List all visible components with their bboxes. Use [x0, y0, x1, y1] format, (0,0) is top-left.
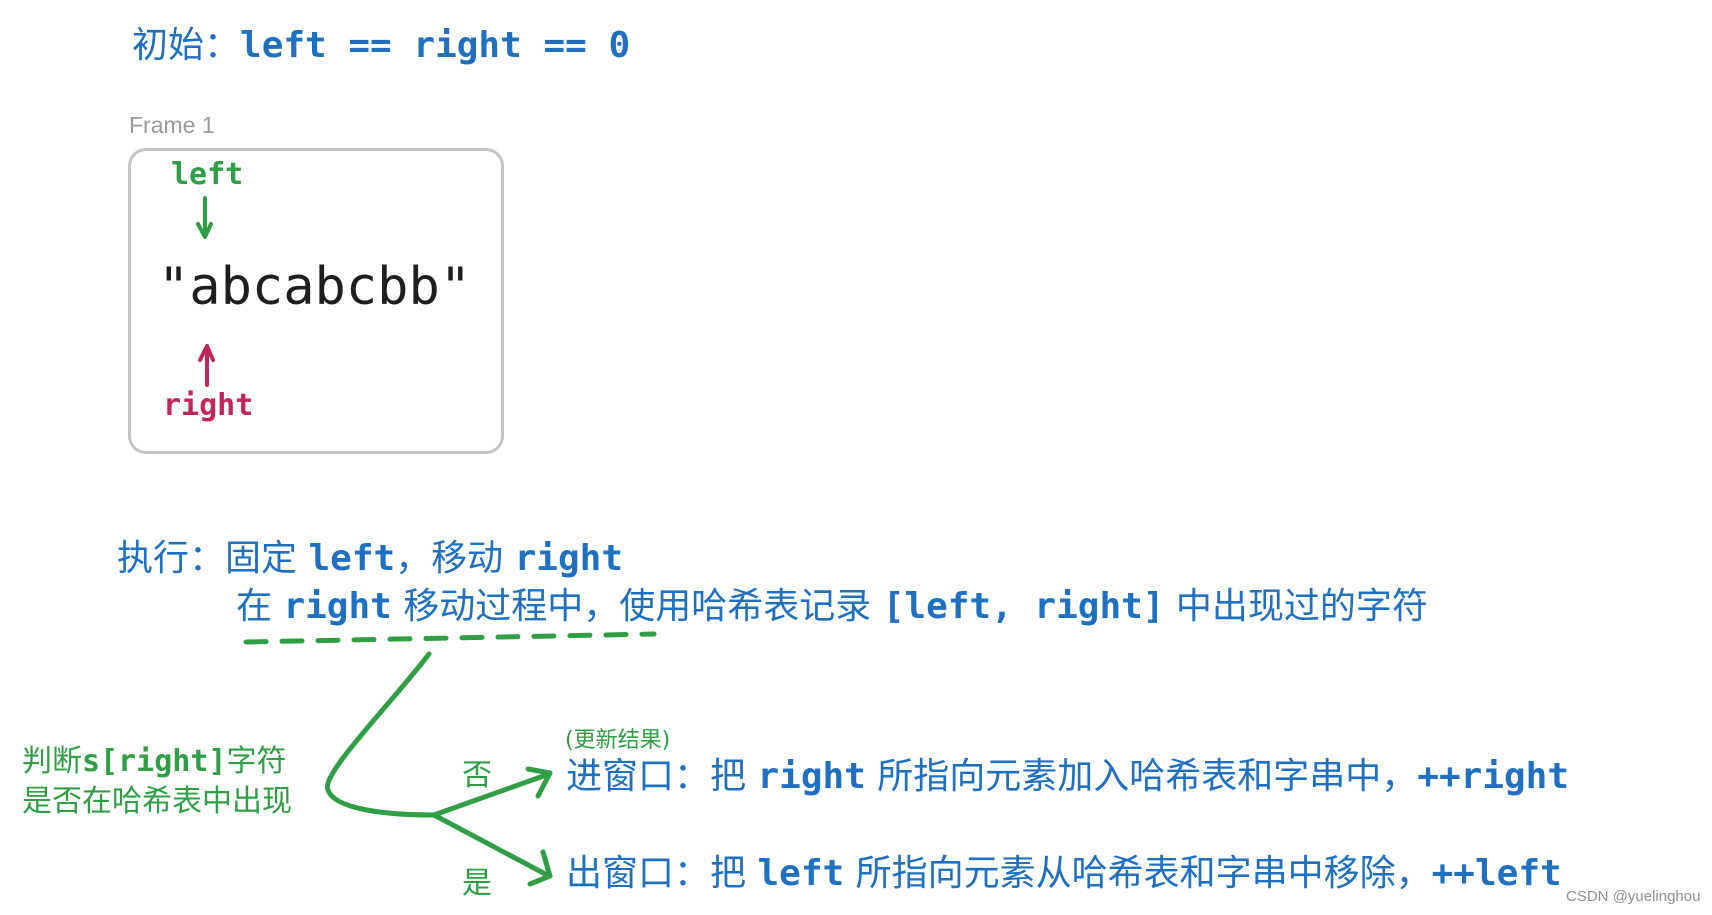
branch-no-arrow-icon — [431, 766, 553, 818]
dashed-underline — [243, 631, 657, 645]
diagram-overlay — [196, 196, 657, 887]
right-pointer-arrow-icon — [198, 344, 215, 387]
decision-connector — [324, 651, 437, 818]
left-pointer-arrow-icon — [196, 196, 213, 239]
branch-yes-arrow-icon — [431, 812, 553, 887]
